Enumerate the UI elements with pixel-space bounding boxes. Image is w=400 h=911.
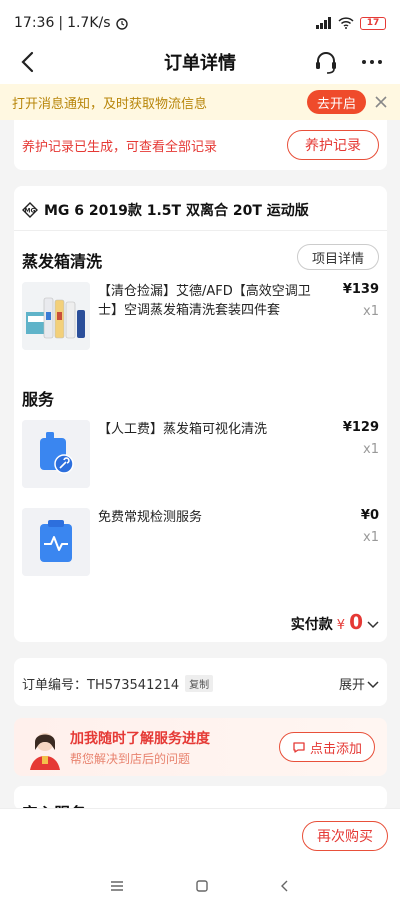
chat-bubble-icon xyxy=(293,742,305,753)
signal-icon xyxy=(316,17,331,29)
expand-button[interactable]: 展开 xyxy=(339,674,379,693)
add-advisor-card: 加我随时了解服务进度 帮您解决到店后的问题 点击添加 xyxy=(14,718,387,776)
dot-icon xyxy=(378,60,382,64)
buy-again-button[interactable]: 再次购买 xyxy=(302,821,388,851)
item-name: 【人工费】蒸发箱可视化清洗 xyxy=(98,422,268,437)
item-price: ¥0 xyxy=(360,508,379,523)
item-name: 【清仓捡漏】艾德/AFD【高效空调卫士】空调蒸发箱清洗套装四件套 xyxy=(98,284,311,318)
system-nav-bar xyxy=(0,860,400,911)
service-image xyxy=(22,420,90,488)
more-button[interactable] xyxy=(358,48,386,76)
add-advisor-subtitle: 帮您解决到店后的问题 xyxy=(70,752,191,766)
service-section-title: 服务 xyxy=(22,390,55,409)
order-item[interactable]: 【清仓捡漏】艾德/AFD【高效空调卫士】空调蒸发箱清洗套装四件套 ¥139 x1 xyxy=(22,282,379,354)
total-payment[interactable]: 实付款 ¥ 0 xyxy=(291,610,379,634)
cleaning-kit-image xyxy=(22,282,90,350)
nav-bar: 订单详情 xyxy=(0,40,400,84)
bottom-action-bar: 再次购买 xyxy=(0,808,400,860)
close-notification-button[interactable] xyxy=(372,93,390,111)
back-button[interactable] xyxy=(14,48,40,76)
mg-logo-icon: MG xyxy=(22,202,38,218)
notification-text: 打开消息通知，及时获取物流信息 xyxy=(12,96,208,112)
service-image xyxy=(22,508,90,576)
maintenance-record-button[interactable]: 养护记录 xyxy=(287,130,379,160)
alarm-icon xyxy=(115,18,128,30)
order-number-card: 订单编号：TH573541214 复制 展开 xyxy=(14,658,387,706)
status-left: 17:36 | 1.7K/s xyxy=(14,15,129,31)
headset-icon xyxy=(316,52,336,74)
maintenance-text: 养护记录已生成，可查看全部记录 xyxy=(22,140,218,155)
order-number: 订单编号：TH573541214 复制 xyxy=(22,674,214,693)
chevron-left-icon xyxy=(21,51,34,73)
total-label: 实付款 xyxy=(290,617,333,633)
order-card: MG MG 6 2019款 1.5T 双离合 20T 运动版 蒸发箱清洗 项目详… xyxy=(14,186,387,642)
menu-icon[interactable] xyxy=(110,880,124,892)
total-currency: ¥ xyxy=(336,618,346,633)
chevron-down-icon xyxy=(367,621,379,629)
inspection-clipboard-icon xyxy=(22,508,90,576)
copy-button[interactable]: 复制 xyxy=(185,675,214,692)
project-detail-button[interactable]: 项目详情 xyxy=(297,244,379,270)
status-separator: | xyxy=(58,15,64,31)
car-name: MG 6 2019款 1.5T 双离合 20T 运动版 xyxy=(44,203,309,219)
divider xyxy=(14,230,387,231)
order-item[interactable]: 免费常规检测服务 ¥0 x1 xyxy=(22,508,379,580)
evaporator-section-title: 蒸发箱清洗 xyxy=(22,252,103,271)
dot-icon xyxy=(362,60,366,64)
page-title: 订单详情 xyxy=(164,53,236,74)
avatar xyxy=(30,733,60,770)
chevron-down-icon xyxy=(367,680,379,688)
dot-icon xyxy=(370,60,374,64)
item-name: 免费常规检测服务 xyxy=(98,510,203,525)
cleaning-service-icon xyxy=(22,420,90,488)
add-contact-button[interactable]: 点击添加 xyxy=(279,732,375,762)
add-contact-label: 点击添加 xyxy=(309,741,362,757)
status-right: 17 xyxy=(316,16,386,30)
close-icon xyxy=(375,96,387,108)
wifi-icon xyxy=(338,17,354,29)
item-quantity: x1 xyxy=(363,442,379,457)
status-time: 17:36 xyxy=(14,15,55,31)
status-speed: 1.7K/s xyxy=(67,15,111,31)
item-quantity: x1 xyxy=(363,304,379,319)
car-info: MG MG 6 2019款 1.5T 双离合 20T 运动版 xyxy=(22,200,309,220)
add-advisor-title: 加我随时了解服务进度 xyxy=(70,731,210,747)
enable-notification-button[interactable]: 去开启 xyxy=(306,90,366,114)
maintenance-card: 养护记录已生成，可查看全部记录 养护记录 xyxy=(14,120,387,170)
expand-label: 展开 xyxy=(338,678,365,693)
svg-text:MG: MG xyxy=(25,208,36,215)
notification-bar: 打开消息通知，及时获取物流信息 去开启 xyxy=(0,84,400,120)
home-icon[interactable] xyxy=(196,879,208,892)
battery-indicator: 17 xyxy=(360,16,386,30)
item-quantity: x1 xyxy=(363,530,379,545)
item-price: ¥129 xyxy=(342,420,379,435)
next-section-card: 安心服务 xyxy=(14,786,387,810)
back-nav-icon[interactable] xyxy=(280,880,290,892)
item-price: ¥139 xyxy=(342,282,379,297)
customer-service-button[interactable] xyxy=(312,48,340,76)
order-item[interactable]: 【人工费】蒸发箱可视化清洗 ¥129 x1 xyxy=(22,420,379,492)
order-number-text: 订单编号：TH573541214 xyxy=(22,678,180,693)
total-value: 0 xyxy=(349,610,363,634)
product-image xyxy=(22,282,90,350)
